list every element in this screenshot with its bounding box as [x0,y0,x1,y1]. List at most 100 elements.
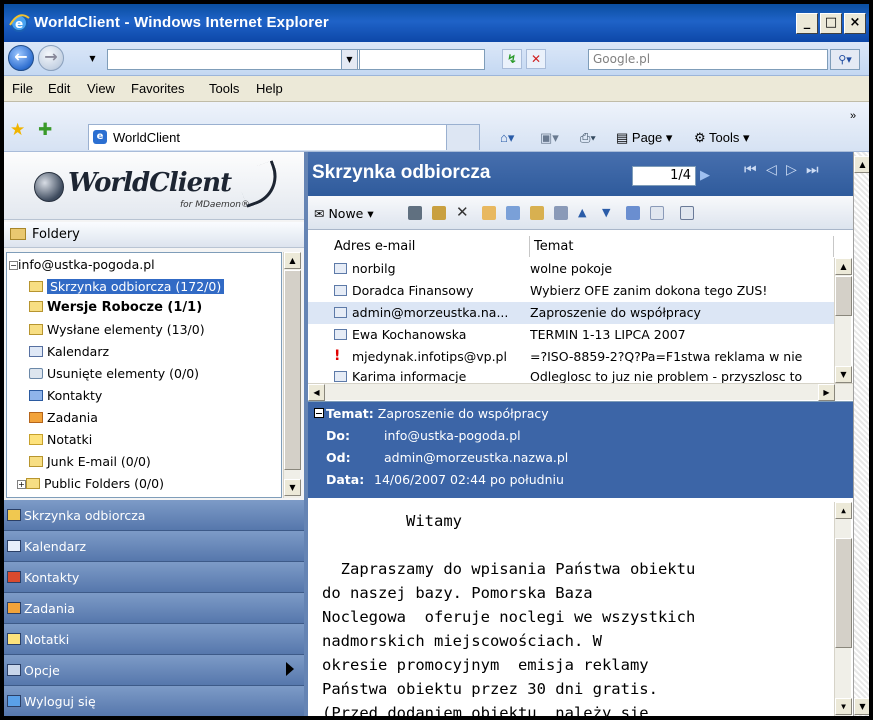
scroll-left-button[interactable]: ◀ [308,384,325,401]
scroll-right-button[interactable]: ▶ [818,384,835,401]
folder-item-sent[interactable]: Wysłane elementy (13/0) [29,322,205,342]
page-number-input[interactable]: 1/4 [632,166,696,186]
message-row[interactable]: Karima informacje Odleglosc to juz nie p… [308,366,834,384]
prev-page-icon[interactable]: ◁ [766,162,781,178]
delete-icon[interactable]: ✕ [456,205,470,220]
feeds-icon[interactable]: ▣▾ [540,130,559,146]
collapse-icon[interactable] [314,408,324,418]
menu-edit[interactable]: Edit [48,81,70,96]
refresh-icon[interactable]: ↯ [502,49,522,69]
folder-item-tasks[interactable]: Zadania [29,410,98,430]
menu-help[interactable]: Help [256,81,283,96]
message-list-hscrollbar[interactable]: ◀ ▶ [308,383,853,401]
maximize-button[interactable]: □ [820,13,842,34]
scroll-down-button[interactable]: ▼ [835,698,852,715]
column-header-email[interactable]: Adres e-mail [308,236,530,257]
source-icon[interactable] [650,206,664,220]
go-page-icon[interactable]: ▶ [700,168,710,183]
menu-bar: File Edit View Favorites Tools Help [4,76,869,102]
folder-item-deleted[interactable]: Usunięte elementy (0/0) [29,366,199,386]
forward-icon[interactable] [530,206,544,220]
message-from: admin@morzeustka.na... [352,305,509,320]
close-button[interactable]: × [844,13,866,34]
folder-item-junk[interactable]: Junk E-mail (0/0) [29,454,151,474]
folder-item-notes[interactable]: Notatki [29,432,92,452]
new-message-button[interactable]: ✉ Nowe ▾ [314,206,374,221]
new-tab-button[interactable] [446,124,480,150]
view-icon[interactable] [680,206,694,220]
print-icon[interactable] [408,206,422,220]
page-scrollbar[interactable]: ▲ ▼ [853,152,869,716]
preview-date: 14/06/2007 02:44 po południu [374,472,564,487]
search-button[interactable]: ⚲▾ [830,49,860,70]
nav-item-contacts[interactable]: Kontakty [4,562,304,593]
page-menu[interactable]: ▤ Page ▾ [616,130,672,146]
scroll-down-button[interactable]: ▼ [835,366,852,383]
nav-item-calendar[interactable]: Kalendarz [4,531,304,562]
scroll-up-button[interactable]: ▲ [284,252,301,269]
address-extra-field [360,49,485,70]
nav-item-notes[interactable]: Notatki [4,624,304,655]
forward-button[interactable]: → [38,45,64,71]
up-arrow-icon[interactable]: ▲ [578,206,592,220]
address-book-icon[interactable] [626,206,640,220]
folder-item-contacts[interactable]: Kontakty [29,388,102,408]
history-dropdown[interactable]: ▼ [84,49,101,70]
down-arrow-icon[interactable]: ▼ [602,206,616,220]
nav-item-options[interactable]: Opcje [4,655,304,686]
message-row[interactable]: admin@morzeustka.na... Zaproszenie do ws… [308,302,834,324]
scroll-thumb[interactable] [835,276,852,316]
first-page-icon[interactable]: ⏮ [744,162,761,178]
reply-all-icon[interactable] [506,206,520,220]
message-row[interactable]: Ewa Kochanowska TERMIN 1-13 LIPCA 2007 [308,324,834,346]
account-node[interactable]: −info@ustka-pogoda.pl [9,257,155,277]
folders-header[interactable]: Foldery [4,222,304,248]
chevron-more-icon[interactable]: » [850,110,856,122]
nav-item-tasks[interactable]: Zadania [4,593,304,624]
next-page-icon[interactable]: ▷ [786,162,801,178]
collapse-icon[interactable]: − [9,261,18,270]
scroll-down-button[interactable]: ▼ [854,698,869,715]
scroll-down-button[interactable]: ▼ [284,479,301,496]
message-list-scrollbar[interactable]: ▲ ▼ [834,258,852,384]
message-body-scrollbar[interactable]: ▲ ▼ [834,502,852,716]
folder-item-inbox[interactable]: Skrzynka odbiorcza (172/0) [29,279,225,299]
folder-item-public[interactable]: + Public Folders (0/0) [17,476,164,496]
forward-attach-icon[interactable] [554,206,568,220]
menu-tools[interactable]: Tools [209,81,239,96]
message-row[interactable]: norbilg wolne pokoje [308,258,834,280]
scroll-up-button[interactable]: ▲ [835,502,852,519]
back-button[interactable]: ← [8,45,34,71]
nav-item-logout[interactable]: Wyloguj się [4,686,304,716]
scroll-up-button[interactable]: ▲ [854,156,869,173]
home-icon[interactable]: ⌂▾ [500,130,514,146]
last-page-icon[interactable]: ⏭ [806,162,823,178]
read-envelope-icon [334,329,347,340]
stop-icon[interactable]: ✕ [526,49,546,69]
search-input[interactable]: Google.pl [588,49,828,70]
add-favorite-icon[interactable]: ✚ [38,120,52,140]
scroll-thumb[interactable] [835,538,852,648]
scroll-up-button[interactable]: ▲ [835,258,852,275]
favorites-star-icon[interactable]: ★ [10,120,25,140]
tools-menu[interactable]: ⚙ Tools ▾ [694,130,750,146]
address-dropdown[interactable]: ▼ [341,49,358,70]
reply-icon[interactable] [482,206,496,220]
scroll-thumb[interactable] [284,270,301,470]
column-header-subject[interactable]: Temat [530,236,834,257]
menu-view[interactable]: View [87,81,115,96]
address-input[interactable] [107,49,360,70]
nav-item-inbox[interactable]: Skrzynka odbiorcza [4,500,304,531]
move-icon[interactable] [432,206,446,220]
minimize-button[interactable]: _ [796,13,818,34]
tab-worldclient[interactable]: e WorldClient [88,124,448,150]
print-icon[interactable]: ⎙▾ [580,130,596,146]
message-row[interactable]: ! mjedynak.infotips@vp.pl =?ISO-8859-2?Q… [308,346,834,368]
menu-favorites[interactable]: Favorites [131,81,184,96]
folder-item-drafts[interactable]: Wersje Robocze (1/1) [29,300,202,320]
folder-tree-scrollbar[interactable]: ▲ ▼ [283,252,301,498]
folder-item-calendar[interactable]: Kalendarz [29,344,109,364]
message-row[interactable]: Doradca Finansowy Wybierz OFE zanim doko… [308,280,834,302]
expand-icon[interactable]: + [17,480,26,489]
menu-file[interactable]: File [12,81,33,96]
